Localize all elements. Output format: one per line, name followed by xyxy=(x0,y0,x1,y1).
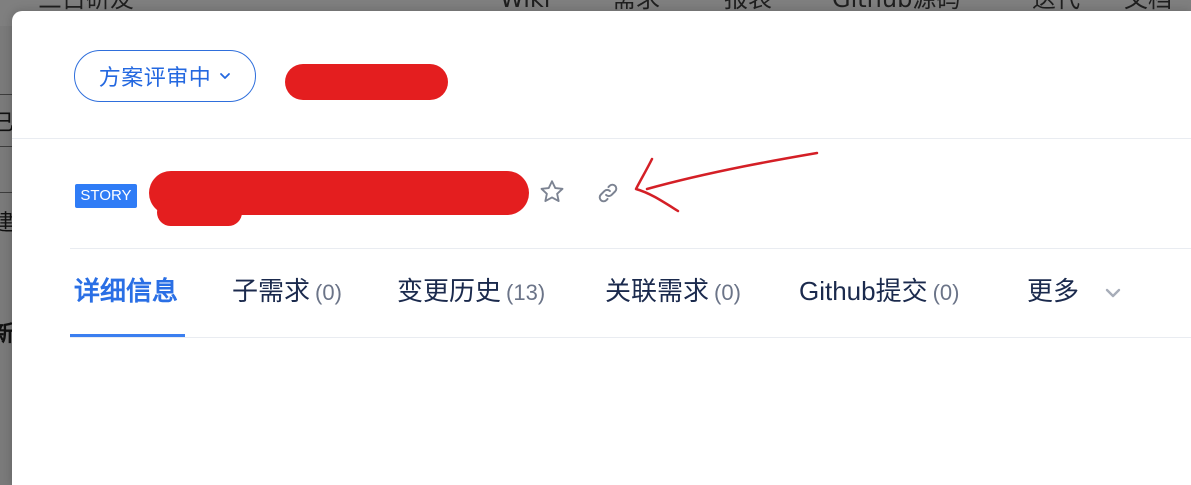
star-icon xyxy=(540,180,564,203)
status-label: 方案评审中 xyxy=(98,66,212,91)
status-dropdown[interactable]: 方案评审中 xyxy=(74,50,256,102)
chevron-down-icon xyxy=(220,73,231,79)
tab-count: (13) xyxy=(506,280,546,305)
background-divider xyxy=(0,192,12,193)
background-divider xyxy=(0,94,12,95)
tab-github-commits[interactable]: Github提交 (0) xyxy=(799,271,960,311)
tab-more[interactable]: 更多 xyxy=(1027,271,1122,311)
tab-label: 子需求 xyxy=(232,276,311,306)
redacted-story-title-tail xyxy=(157,199,242,226)
tabs-divider xyxy=(70,337,1191,338)
tab-label: 详细信息 xyxy=(74,276,179,306)
background-divider xyxy=(0,146,12,147)
title-divider xyxy=(70,248,1191,249)
tab-change-history[interactable]: 变更历史 (13) xyxy=(397,271,545,311)
tab-count: (0) xyxy=(932,280,960,305)
story-type-badge: STORY xyxy=(75,184,137,208)
background-left-strip: 已 建 新 xyxy=(0,26,14,485)
tab-label: 关联需求 xyxy=(605,276,710,306)
tab-count: (0) xyxy=(714,280,741,305)
header-divider xyxy=(12,138,1191,139)
red-arrow-annotation xyxy=(634,151,819,213)
chevron-down-icon xyxy=(1106,288,1121,298)
detail-tabs: 详细信息 子需求 (0) 变更历史 (13) 关联需求 (0) Github提交 (0)… xyxy=(70,263,1191,337)
redacted-title-mark xyxy=(285,64,448,100)
tab-label: 更多 xyxy=(1027,276,1080,306)
tab-related-requirements[interactable]: 关联需求 (0) xyxy=(605,271,741,311)
favorite-button[interactable] xyxy=(536,176,568,208)
tab-label: 变更历史 xyxy=(397,276,502,306)
link-icon xyxy=(598,183,618,203)
tab-sub-requirements[interactable]: 子需求 (0) xyxy=(232,271,342,311)
copy-link-button[interactable] xyxy=(592,177,624,209)
tab-count: (0) xyxy=(315,280,342,305)
tab-label: Github提交 xyxy=(799,276,928,306)
story-detail-modal: 方案评审中 STORY 详细信息 子需求 (0) 变更历史 (13) 关联需求 … xyxy=(12,11,1191,485)
tab-details[interactable]: 详细信息 xyxy=(74,271,178,311)
